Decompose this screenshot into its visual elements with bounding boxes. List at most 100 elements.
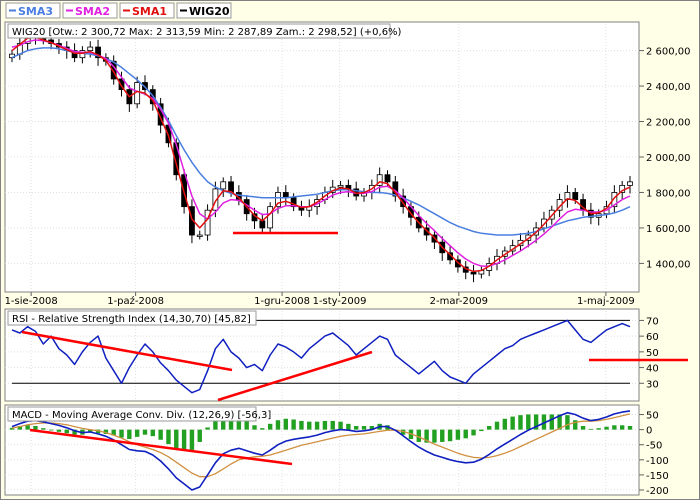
macd-hist-bar: [447, 429, 453, 442]
macd-tick-label: 0: [646, 426, 652, 437]
rsi-tick-label: 30: [646, 379, 659, 390]
candle-body: [220, 181, 227, 190]
macd-hist-bar: [119, 429, 124, 438]
macd-hist-bar: [283, 418, 288, 430]
macd-hist-bar: [471, 429, 476, 436]
macd-hist-bar: [596, 428, 601, 430]
macd-hist-bar: [158, 429, 163, 440]
candle-body: [572, 192, 579, 200]
macd-hist-bar: [166, 429, 171, 445]
candle-body: [196, 234, 203, 237]
macd-hist-bar: [56, 429, 62, 432]
macd-hist-bar: [181, 429, 187, 450]
x-tick-label: 2-mar-2009: [430, 296, 488, 307]
price-tick-label: 2 400,00: [646, 82, 691, 93]
macd-hist-bar: [48, 429, 54, 431]
x-tick-label: 1-gru-2008: [254, 296, 310, 307]
price-panel-frame: [4, 21, 640, 293]
macd-hist-bar: [526, 414, 531, 430]
legend-label: WIG20: [189, 5, 230, 18]
price-title: WIG20 [Otw.: 2 300,72 Max: 2 313,59 Min:…: [12, 27, 402, 38]
macd-hist-bar: [604, 426, 609, 430]
x-tick-label: 1-sie-2008: [5, 296, 58, 307]
macd-tick-label: -50: [646, 441, 662, 452]
price-tick-label: 2 200,00: [646, 118, 691, 129]
macd-hist-bar: [565, 415, 570, 430]
macd-hist-bar: [267, 423, 273, 430]
macd-panel: MACD - Moving Average Conv. Div. (12,26,…: [4, 404, 669, 497]
macd-title: MACD - Moving Average Conv. Div. (12,26,…: [12, 410, 271, 421]
macd-hist-bar: [510, 416, 515, 430]
macd-hist-bar: [494, 421, 500, 430]
macd-hist-bar: [134, 429, 140, 437]
price-tick-label: 2 000,00: [646, 153, 691, 164]
rsi-tick-label: 60: [646, 332, 659, 343]
macd-hist-bar: [150, 429, 156, 437]
macd-tick-label: -200: [646, 486, 669, 497]
macd-hist-bar: [361, 426, 367, 430]
macd-hist-bar: [346, 423, 351, 430]
x-tick-label: 1-maj-2009: [577, 296, 635, 307]
price-panel: WIG20 [Otw.: 2 300,72 Max: 2 313,59 Min:…: [4, 21, 691, 307]
macd-hist-bar: [142, 429, 148, 435]
stock-chart: SMA3 SMA2 SMA1 WIG20 WIG20 [Otw.: 2 300,72 …: [0, 0, 700, 500]
macd-hist-bar: [33, 426, 38, 430]
macd-hist-bar: [580, 426, 586, 430]
macd-hist-bar: [291, 419, 296, 430]
macd-hist-bar: [588, 428, 594, 430]
candle-body: [337, 184, 344, 188]
macd-hist-bar: [549, 414, 554, 430]
rsi-tick-label: 70: [646, 316, 659, 327]
macd-hist-bar: [314, 421, 320, 430]
macd-hist-bar: [197, 429, 202, 442]
x-tick-label: 1-sty-2009: [313, 296, 367, 307]
macd-tick-label: 50: [646, 411, 659, 422]
candle-body: [87, 46, 94, 51]
macd-tick-label: -100: [646, 456, 669, 467]
macd-hist-bar: [260, 428, 265, 430]
macd-hist-bar: [440, 429, 445, 442]
candle-body: [384, 174, 391, 183]
legend-item-sma2: SMA2: [62, 2, 118, 19]
candle-body: [267, 206, 274, 229]
macd-hist-bar: [41, 428, 46, 430]
macd-tick-label: -150: [646, 471, 669, 482]
macd-hist-bar: [25, 425, 30, 430]
legend-item-wig20: WIG20: [176, 2, 232, 19]
macd-hist-bar: [612, 425, 617, 430]
macd-hist-bar: [275, 420, 281, 430]
legend-label: SMA3: [18, 5, 53, 18]
macd-hist-bar: [627, 426, 633, 430]
price-tick-label: 2 600,00: [646, 47, 691, 58]
macd-hist-bar: [518, 415, 523, 430]
macd-hist-bar: [354, 426, 359, 430]
price-tick-label: 1 600,00: [646, 224, 691, 235]
rsi-panel: RSI - Relative Strength Index (14,30,70)…: [4, 308, 688, 402]
macd-hist-bar: [486, 426, 492, 430]
macd-hist-bar: [502, 418, 508, 430]
candle-body: [627, 181, 633, 186]
rsi-tick-label: 50: [646, 348, 659, 359]
macd-hist-bar: [307, 421, 312, 430]
rsi-title: RSI - Relative Strength Index (14,30,70)…: [12, 314, 251, 325]
macd-hist-bar: [432, 429, 437, 443]
macd-hist-bar: [330, 420, 335, 430]
rsi-tick-label: 40: [646, 364, 659, 375]
macd-hist-bar: [252, 425, 257, 430]
legend-item-sma3: SMA3: [5, 2, 61, 19]
macd-hist-bar: [127, 429, 132, 440]
macd-hist-bar: [619, 425, 625, 430]
macd-hist-bar: [322, 420, 328, 430]
price-tick-label: 1 400,00: [646, 259, 691, 270]
price-tick-label: 1 800,00: [646, 188, 691, 199]
macd-hist-bar: [299, 420, 304, 430]
macd-hist-bar: [455, 429, 461, 440]
macd-hist-bar: [463, 429, 468, 439]
macd-hist-bar: [479, 429, 484, 432]
legend-label: SMA2: [75, 5, 110, 18]
candle-body: [470, 271, 477, 275]
legend-label: SMA1: [132, 5, 167, 18]
legend-item-sma1: SMA1: [119, 2, 175, 19]
candle-body: [259, 220, 266, 229]
macd-hist-bar: [338, 421, 343, 430]
